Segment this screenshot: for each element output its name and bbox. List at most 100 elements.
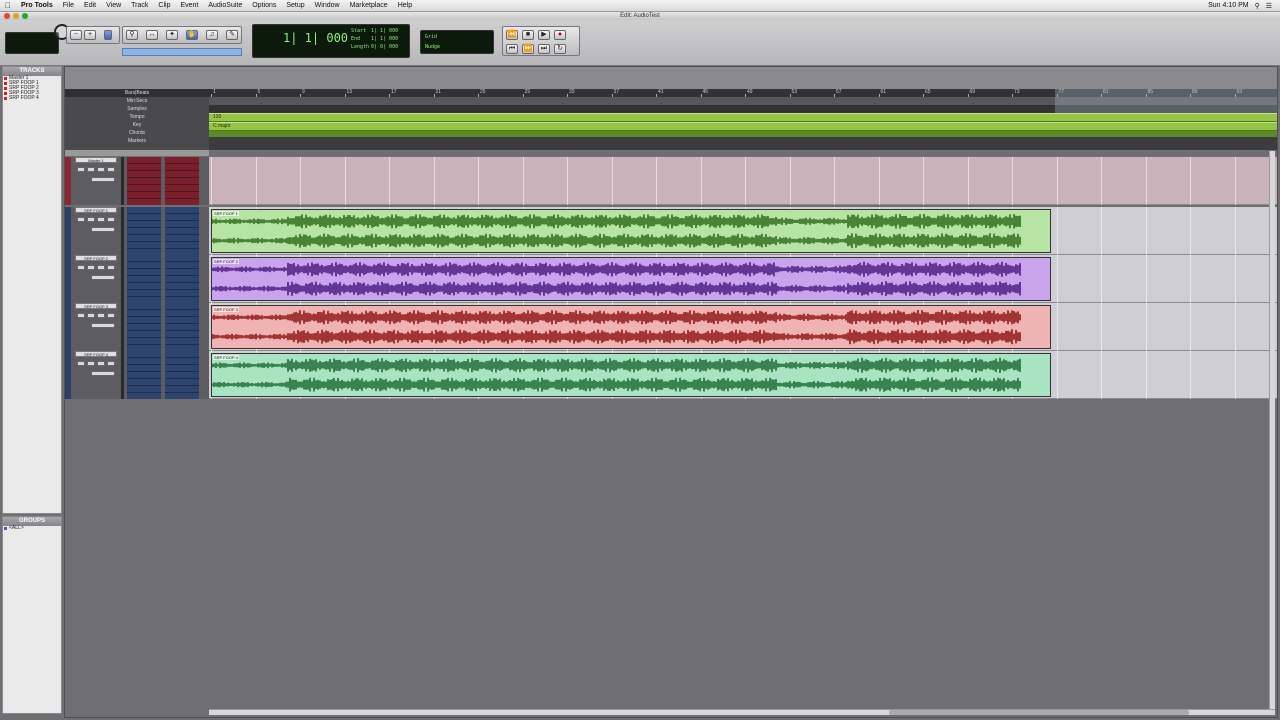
timeline-rulers[interactable]: 120 C major 1 5 9 13 17 21 25 29 33 37 41 45 49 53 57 6… [209, 89, 1277, 150]
send-slot[interactable] [165, 192, 199, 199]
stop-icon[interactable]: ■ [522, 30, 534, 40]
insert-slot[interactable] [127, 379, 161, 386]
send-slot[interactable] [165, 358, 199, 365]
ruler-label-bars[interactable]: Bars|Beats [65, 89, 209, 97]
track-view-selector[interactable] [91, 227, 115, 232]
send-slot[interactable] [165, 276, 199, 283]
vertical-scrollbar[interactable] [1269, 151, 1275, 711]
track-view-selector[interactable] [91, 275, 115, 280]
play-icon[interactable]: ▶ [538, 30, 550, 40]
menu-options[interactable]: Options [247, 2, 281, 9]
menu-clip[interactable]: Clip [153, 2, 175, 9]
record-enable-button[interactable] [77, 313, 85, 318]
send-slot[interactable] [165, 214, 199, 221]
mute-button[interactable] [97, 313, 105, 318]
menu-app[interactable]: Pro Tools [16, 2, 58, 9]
track-view-selector[interactable] [91, 323, 115, 328]
send-slot[interactable] [165, 386, 199, 393]
minimize-window-button[interactable] [13, 13, 19, 19]
zoom-in-button[interactable]: + [84, 30, 96, 40]
insert-slot[interactable] [127, 283, 161, 290]
menu-window[interactable]: Window [310, 2, 345, 9]
record-enable-button[interactable] [77, 217, 85, 222]
go-to-start-icon[interactable]: ⏮ [506, 44, 518, 54]
track-lane[interactable]: SRP FOOP 4 [209, 351, 1277, 399]
mute-button[interactable] [97, 167, 105, 172]
menu-edit[interactable]: Edit [79, 2, 101, 9]
send-slot[interactable] [165, 242, 199, 249]
audio-clip[interactable]: SRP FOOP 1 [211, 209, 1051, 253]
send-slot[interactable] [165, 207, 199, 214]
close-window-button[interactable] [4, 13, 10, 19]
track-lane[interactable] [209, 157, 1277, 205]
solo-button[interactable] [87, 361, 95, 366]
ruler-label-key[interactable]: Key [65, 121, 209, 129]
track-name[interactable]: Master 1 [75, 157, 117, 163]
send-slot[interactable] [165, 283, 199, 290]
insert-slot[interactable] [127, 276, 161, 283]
go-to-end-icon[interactable]: ⏭ [538, 44, 550, 54]
tracks-list-item[interactable]: SRP FOOP 4 [3, 96, 61, 101]
playlist-button[interactable] [107, 313, 115, 318]
audio-clip[interactable]: SRP FOOP 2 [211, 257, 1051, 301]
menu-marketplace[interactable]: Marketplace [345, 2, 393, 9]
groups-list-item[interactable]: <ALL> [3, 526, 61, 531]
insert-slot[interactable] [127, 185, 161, 192]
rewind-icon[interactable]: ⏪ [506, 30, 518, 40]
send-slot[interactable] [165, 351, 199, 358]
playlist-button[interactable] [107, 167, 115, 172]
send-slot[interactable] [165, 178, 199, 185]
list-icon[interactable]: ☰ [1266, 2, 1272, 10]
send-slot[interactable] [165, 228, 199, 235]
ruler-label-tempo[interactable]: Tempo [65, 113, 209, 121]
send-slot[interactable] [165, 157, 199, 164]
record-icon[interactable]: ● [554, 30, 566, 40]
ruler-label-markers[interactable]: Markers [65, 137, 209, 145]
send-slot[interactable] [165, 235, 199, 242]
edit-mode-strip[interactable] [122, 48, 242, 56]
playlist-button[interactable] [107, 361, 115, 366]
insert-slot[interactable] [127, 242, 161, 249]
insert-slot[interactable] [127, 228, 161, 235]
fast-forward-icon[interactable]: ⏩ [522, 44, 534, 54]
track-header[interactable]: SRP FOOP 2 [65, 255, 209, 303]
insert-slot[interactable] [127, 262, 161, 269]
menu-track[interactable]: Track [126, 2, 153, 9]
insert-slot[interactable] [127, 255, 161, 262]
insert-slot[interactable] [127, 338, 161, 345]
menu-help[interactable]: Help [393, 2, 417, 9]
pencil-tool-icon[interactable]: ✎ [226, 30, 238, 40]
solo-button[interactable] [87, 265, 95, 270]
send-slot[interactable] [165, 324, 199, 331]
insert-slot[interactable] [127, 269, 161, 276]
playlist-button[interactable] [107, 217, 115, 222]
solo-button[interactable] [87, 217, 95, 222]
send-slot[interactable] [165, 221, 199, 228]
zoom-preset-button[interactable] [104, 30, 112, 40]
insert-slot[interactable] [127, 386, 161, 393]
send-slot[interactable] [165, 331, 199, 338]
track-header[interactable]: SRP FOOP 1 [65, 207, 209, 255]
trim-tool-icon[interactable]: ↔ [146, 30, 158, 40]
record-enable-button[interactable] [77, 167, 85, 172]
send-slot[interactable] [165, 185, 199, 192]
loop-icon[interactable]: ↻ [554, 44, 566, 54]
apple-menu-icon[interactable]:  [0, 1, 16, 10]
insert-slot[interactable] [127, 303, 161, 310]
playlist-button[interactable] [107, 265, 115, 270]
smart-tool-icon[interactable]: ✦ [166, 30, 178, 40]
send-slot[interactable] [165, 372, 199, 379]
ruler-label-samples[interactable]: Samples [65, 105, 209, 113]
insert-slot[interactable] [127, 372, 161, 379]
send-slot[interactable] [165, 310, 199, 317]
send-slot[interactable] [165, 164, 199, 171]
insert-slot[interactable] [127, 171, 161, 178]
audio-clip[interactable]: SRP FOOP 3 [211, 305, 1051, 349]
tempo-marker[interactable]: 120 [209, 113, 1277, 122]
send-slot[interactable] [165, 365, 199, 372]
menu-setup[interactable]: Setup [281, 2, 309, 9]
track-lane[interactable]: SRP FOOP 1 [209, 207, 1277, 255]
edit-mode-display[interactable] [5, 32, 59, 54]
track-lane[interactable]: SRP FOOP 3 [209, 303, 1277, 351]
insert-slot[interactable] [127, 358, 161, 365]
